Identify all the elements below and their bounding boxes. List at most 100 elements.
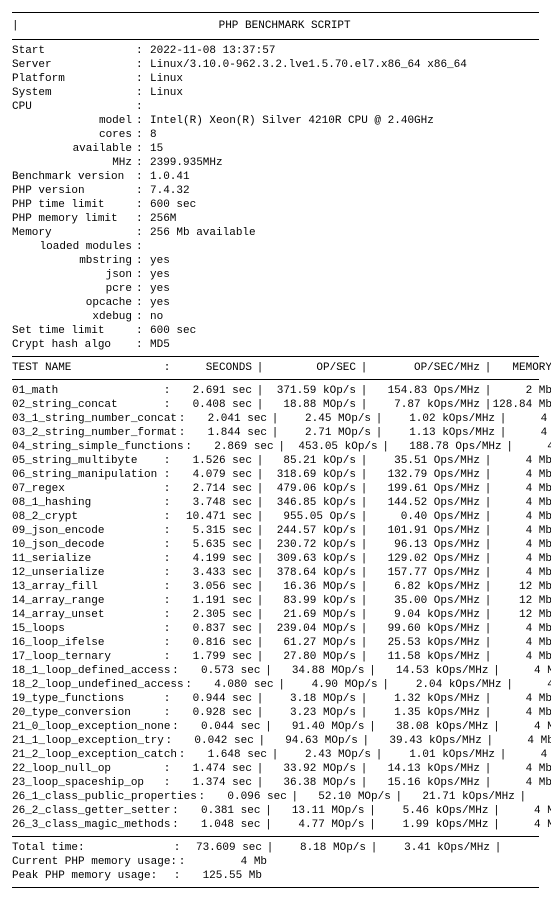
opsmhz-cell: 35.51 Ops/MHz bbox=[368, 454, 484, 468]
test-name: 03_1_string_number_concat bbox=[12, 412, 177, 426]
test-name: 21_2_loop_exception_catch bbox=[12, 748, 177, 762]
test-name: 20_type_conversion bbox=[12, 706, 162, 720]
meta-key: loaded modules bbox=[12, 240, 136, 254]
meta-key: PHP time limit bbox=[12, 198, 136, 212]
table-row: 10_json_decode:5.635 sec|230.72 kOp/s|96… bbox=[12, 538, 539, 552]
memory-cell: 4 Mb bbox=[492, 622, 551, 636]
table-row: 21_0_loop_exception_none:0.044 sec|91.40… bbox=[12, 720, 539, 734]
seconds-cell: 3.056 sec bbox=[172, 580, 256, 594]
rule-bottom bbox=[12, 887, 539, 888]
opsmhz-cell: 7.87 kOps/MHz bbox=[368, 398, 484, 412]
memory-cell: 4 Mb bbox=[492, 762, 551, 776]
page-title: |PHP BENCHMARK SCRIPT| bbox=[12, 17, 539, 35]
seconds-cell: 0.944 sec bbox=[172, 692, 256, 706]
ops-cell: 3.18 MOp/s bbox=[264, 692, 360, 706]
opsmhz-cell: 1.01 kOps/MHz bbox=[383, 748, 499, 762]
table-row: 15_loops:0.837 sec|239.04 MOp/s|99.60 kO… bbox=[12, 622, 539, 636]
meta-row: model:Intel(R) Xeon(R) Silver 4210R CPU … bbox=[12, 114, 471, 128]
meta-row: Server:Linux/3.10.0-962.3.2.lve1.5.70.el… bbox=[12, 58, 471, 72]
ops-cell: 27.80 MOp/s bbox=[264, 650, 360, 664]
opsmhz-cell: 0.40 Ops/MHz bbox=[368, 510, 484, 524]
ops-cell: 16.36 MOp/s bbox=[264, 580, 360, 594]
opsmhz-cell: 39.43 kOps/MHz bbox=[370, 734, 486, 748]
test-name: 26_2_class_getter_setter bbox=[12, 804, 170, 818]
memory-cell: 4 Mb bbox=[492, 496, 551, 510]
memory-cell: 4 Mb bbox=[492, 482, 551, 496]
meta-value: yes bbox=[150, 282, 471, 296]
opsmhz-cell: 6.82 kOps/MHz bbox=[368, 580, 484, 594]
opsmhz-cell: 1.99 kOps/MHz bbox=[376, 818, 492, 832]
current-mem-label: Current PHP memory usage: bbox=[12, 855, 177, 869]
ops-cell: 2.45 MOp/s bbox=[279, 412, 375, 426]
seconds-cell: 2.691 sec bbox=[172, 384, 256, 398]
memory-cell: 12 Mb bbox=[492, 580, 551, 594]
seconds-cell: 4.080 sec bbox=[194, 678, 278, 692]
opsmhz-cell: 2.04 kOps/MHz bbox=[390, 678, 506, 692]
test-name: 17_loop_ternary bbox=[12, 650, 162, 664]
ops-cell: 453.05 kOp/s bbox=[286, 440, 382, 454]
ops-cell: 4.77 MOp/s bbox=[272, 818, 368, 832]
test-name: 21_1_loop_exception_try bbox=[12, 734, 164, 748]
meta-row: cores:8 bbox=[12, 128, 471, 142]
test-name: 21_0_loop_exception_none bbox=[12, 720, 170, 734]
meta-row: Benchmark version:1.0.41 bbox=[12, 170, 471, 184]
meta-row: Memory:256 Mb available bbox=[12, 226, 471, 240]
table-row: 21_2_loop_exception_catch:1.648 sec|2.43… bbox=[12, 748, 539, 762]
memory-cell: 4 Mb bbox=[500, 664, 551, 678]
totals-cur-mem: Current PHP memory usage: : 4 Mb bbox=[12, 855, 539, 869]
meta-value: no bbox=[150, 310, 471, 324]
opsmhz-cell: 129.02 Ops/MHz bbox=[368, 552, 484, 566]
seconds-cell: 0.381 sec bbox=[180, 804, 264, 818]
table-row: 13_array_fill:3.056 sec|16.36 MOp/s|6.82… bbox=[12, 580, 539, 594]
memory-cell: 4 Mb bbox=[492, 454, 551, 468]
table-row: 09_json_encode:5.315 sec|244.57 kOp/s|10… bbox=[12, 524, 539, 538]
opsmhz-cell: 38.08 kOps/MHz bbox=[376, 720, 492, 734]
test-name: 14_array_unset bbox=[12, 608, 162, 622]
ops-cell: 52.10 MOp/s bbox=[299, 790, 395, 804]
table-row: 26_1_class_public_properties:0.096 sec|5… bbox=[12, 790, 539, 804]
seconds-cell: 5.635 sec bbox=[172, 538, 256, 552]
meta-key: Start bbox=[12, 44, 136, 58]
memory-cell: 4 Mb bbox=[507, 426, 551, 440]
ops-cell: 36.38 MOp/s bbox=[264, 776, 360, 790]
meta-row: available:15 bbox=[12, 142, 471, 156]
memory-cell: 4 Mb bbox=[500, 818, 551, 832]
meta-row: json:yes bbox=[12, 268, 471, 282]
seconds-cell: 4.079 sec bbox=[172, 468, 256, 482]
memory-cell: 4 Mb bbox=[507, 412, 551, 426]
memory-cell: 4 Mb bbox=[492, 636, 551, 650]
ops-cell: 83.99 kOp/s bbox=[264, 594, 360, 608]
rule-under-title bbox=[12, 39, 539, 40]
meta-value: 256M bbox=[150, 212, 471, 226]
seconds-cell: 2.041 sec bbox=[187, 412, 271, 426]
rule-above-totals bbox=[12, 836, 539, 837]
col-ops-header: OP/SEC bbox=[264, 361, 360, 375]
meta-value: yes bbox=[150, 254, 471, 268]
table-row: 17_loop_ternary:1.799 sec|27.80 MOp/s|11… bbox=[12, 650, 539, 664]
table-row: 14_array_unset:2.305 sec|21.69 MOp/s|9.0… bbox=[12, 608, 539, 622]
meta-row: loaded modules: bbox=[12, 240, 471, 254]
ops-cell: 230.72 kOp/s bbox=[264, 538, 360, 552]
opsmhz-cell: 1.35 kOps/MHz bbox=[368, 706, 484, 720]
seconds-cell: 3.748 sec bbox=[172, 496, 256, 510]
test-name: 01_math bbox=[12, 384, 162, 398]
test-name: 08_2_crypt bbox=[12, 510, 162, 524]
meta-key: json bbox=[12, 268, 136, 282]
meta-key: PHP memory limit bbox=[12, 212, 136, 226]
opsmhz-cell: 101.91 Ops/MHz bbox=[368, 524, 484, 538]
seconds-cell: 5.315 sec bbox=[172, 524, 256, 538]
ops-cell: 378.64 kOp/s bbox=[264, 566, 360, 580]
totals-peak-mem: Peak PHP memory usage: : 125.55 Mb bbox=[12, 869, 539, 883]
memory-cell: 4 Mb bbox=[492, 706, 551, 720]
ops-cell: 2.43 MOp/s bbox=[279, 748, 375, 762]
opsmhz-cell: 25.53 kOps/MHz bbox=[368, 636, 484, 650]
opsmhz-cell: 144.52 Ops/MHz bbox=[368, 496, 484, 510]
current-mem-value: 4 Mb bbox=[187, 855, 271, 869]
meta-row: Platform:Linux bbox=[12, 72, 471, 86]
memory-cell: 12 Mb bbox=[492, 594, 551, 608]
test-name: 11_serialize bbox=[12, 552, 162, 566]
table-row: 06_string_manipulation:4.079 sec|318.69 … bbox=[12, 468, 539, 482]
memory-cell: 4 Mb bbox=[492, 692, 551, 706]
opsmhz-cell: 14.53 kOps/MHz bbox=[376, 664, 492, 678]
meta-row: System:Linux bbox=[12, 86, 471, 100]
